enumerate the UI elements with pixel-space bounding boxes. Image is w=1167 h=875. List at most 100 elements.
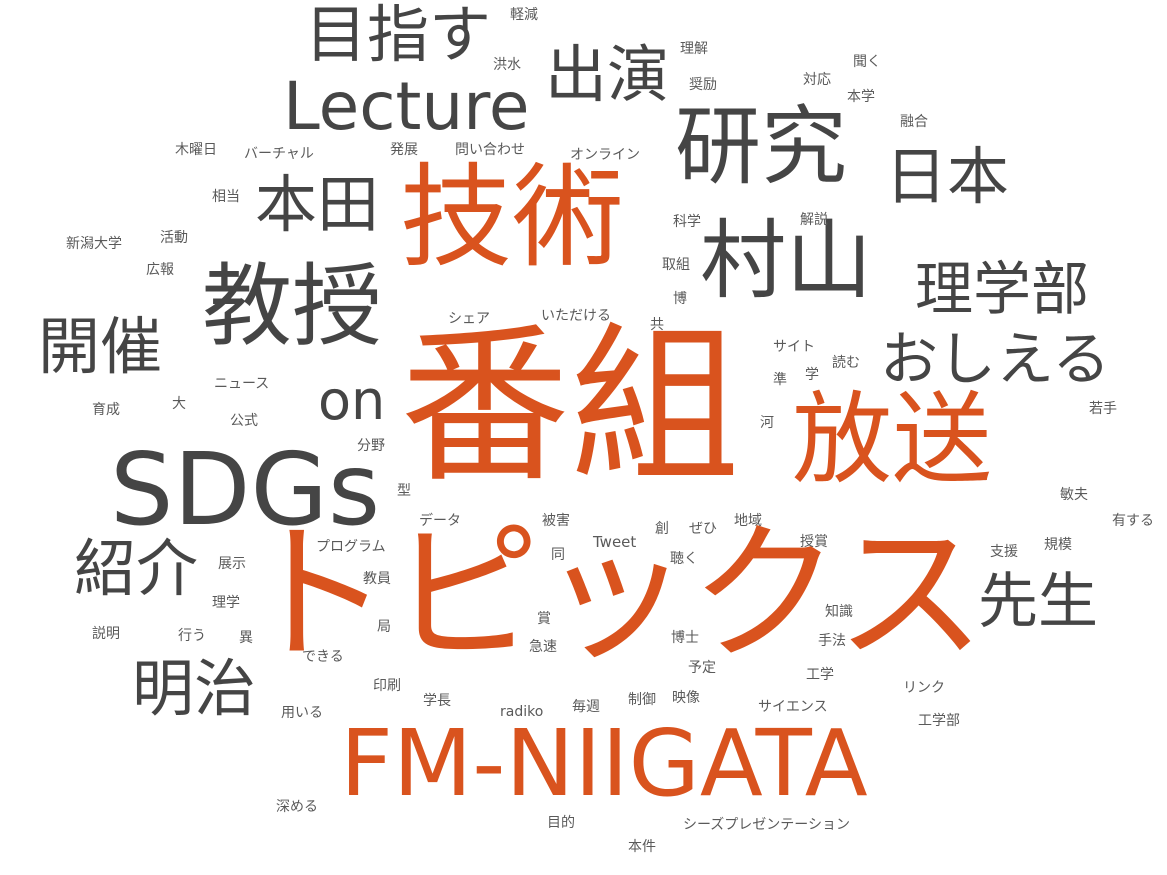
word-11: 目指す xyxy=(305,0,492,71)
word-33: 問い合わせ xyxy=(455,142,525,158)
word-87: 印刷 xyxy=(373,678,401,694)
word-50: ニュース xyxy=(214,376,270,392)
word-56: 分野 xyxy=(357,438,385,454)
word-91: 映像 xyxy=(672,690,700,706)
word-8: 村山 xyxy=(700,211,872,311)
word-15: 理学部 xyxy=(915,255,1090,323)
word-90: 制御 xyxy=(628,692,656,708)
word-27: 対応 xyxy=(803,72,831,88)
word-22: 軽減 xyxy=(510,7,538,23)
word-97: 深める xyxy=(276,799,318,815)
word-13: 本田 xyxy=(255,168,380,241)
word-58: 敏夫 xyxy=(1060,487,1088,503)
word-46: サイト xyxy=(773,339,815,355)
word-44: いただける xyxy=(541,308,611,324)
word-76: 知識 xyxy=(825,604,853,620)
word-37: 解説 xyxy=(800,212,828,228)
word-5: 放送 xyxy=(792,381,992,498)
word-4: 技術 xyxy=(400,153,624,283)
word-62: ぜひ xyxy=(689,521,717,537)
word-28: 本学 xyxy=(847,89,875,105)
word-25: 聞く xyxy=(853,54,881,70)
word-89: 学長 xyxy=(423,693,451,709)
word-55: 河 xyxy=(760,415,774,431)
word-74: 理学 xyxy=(212,595,240,611)
word-82: 手法 xyxy=(818,633,846,649)
word-92: 用いる xyxy=(281,705,323,721)
word-69: 同 xyxy=(551,547,565,563)
word-54: 若手 xyxy=(1089,401,1117,417)
word-23: 洪水 xyxy=(493,57,521,73)
word-84: 急速 xyxy=(529,639,557,655)
word-40: 広報 xyxy=(146,262,174,278)
word-71: 支援 xyxy=(990,544,1018,560)
word-99: シーズプレゼンテーション xyxy=(683,817,851,833)
word-20: 明治 xyxy=(132,652,257,725)
word-24: 理解 xyxy=(680,41,708,57)
word-45: 共 xyxy=(650,317,664,333)
word-12: 出演 xyxy=(545,38,670,111)
word-59: データ xyxy=(419,513,461,529)
word-43: シェア xyxy=(448,311,490,327)
word-70: 聴く xyxy=(670,551,698,567)
word-96: 工学部 xyxy=(918,713,960,729)
word-79: 異 xyxy=(239,630,253,646)
word-30: 木曜日 xyxy=(175,142,217,158)
word-57: 型 xyxy=(397,483,411,499)
word-81: 博士 xyxy=(671,630,699,646)
word-on: on xyxy=(318,369,386,432)
word-lecture: Lecture xyxy=(283,68,530,145)
word-cloud: 番組 トピックス FM-NIIGATA 技術 放送 SDGs 研究 村山 教授 Lecture 目指… xyxy=(0,0,1167,875)
word-sdgs: SDGs xyxy=(110,431,381,548)
word-68: プログラム xyxy=(316,539,386,555)
word-67: 規模 xyxy=(1044,537,1072,553)
word-83: できる xyxy=(302,649,344,665)
word-35: 相当 xyxy=(212,189,240,205)
word-98: 目的 xyxy=(547,815,575,831)
word-78: 行う xyxy=(178,628,206,644)
word-53: 公式 xyxy=(230,413,258,429)
word-19: 紹介 xyxy=(74,532,199,605)
word-80: 局 xyxy=(377,619,391,635)
word-16: おしえる xyxy=(880,325,1111,393)
word-41: 取組 xyxy=(662,257,690,273)
word-48: 準 xyxy=(773,372,787,388)
word-72: 展示 xyxy=(218,556,246,572)
word-tweet: Tweet xyxy=(593,533,637,551)
word-fm-niigata: FM-NIIGATA xyxy=(340,710,868,817)
word-66: 授賞 xyxy=(800,534,828,550)
word-49: 学 xyxy=(805,367,819,383)
word-64: 有する xyxy=(1112,513,1154,529)
word-100: 本件 xyxy=(628,839,656,855)
word-26: 奨励 xyxy=(689,77,717,93)
word-radiko: radiko xyxy=(500,704,544,720)
word-77: 説明 xyxy=(92,626,120,642)
word-36: 科学 xyxy=(673,214,701,230)
word-88: リンク xyxy=(903,680,945,696)
word-86: 工学 xyxy=(806,667,834,683)
word-34: オンライン xyxy=(570,147,640,163)
word-17: 開催 xyxy=(38,310,163,383)
word-21: 先生 xyxy=(978,567,1098,637)
word-85: 予定 xyxy=(688,660,716,676)
word-14: 日本 xyxy=(885,140,1010,213)
word-51: 育成 xyxy=(92,402,120,418)
word-39: 活動 xyxy=(160,230,188,246)
word-75: 賞 xyxy=(537,611,551,627)
word-63: 地域 xyxy=(734,513,762,529)
word-31: バーチャル xyxy=(244,146,314,162)
word-38: 新潟大学 xyxy=(66,236,122,252)
word-7: 研究 xyxy=(675,97,847,197)
word-61: 創 xyxy=(655,521,669,537)
word-73: 教員 xyxy=(363,571,391,587)
word-95: サイエンス xyxy=(758,699,828,715)
word-9: 教授 xyxy=(202,254,382,359)
word-29: 融合 xyxy=(900,114,928,130)
word-1: 番組 xyxy=(400,308,741,506)
word-94: 毎週 xyxy=(572,699,600,715)
word-52: 大 xyxy=(172,396,186,412)
word-42: 博 xyxy=(673,291,687,307)
word-32: 発展 xyxy=(390,142,418,158)
word-47: 読む xyxy=(832,355,860,371)
word-60: 被害 xyxy=(542,513,570,529)
